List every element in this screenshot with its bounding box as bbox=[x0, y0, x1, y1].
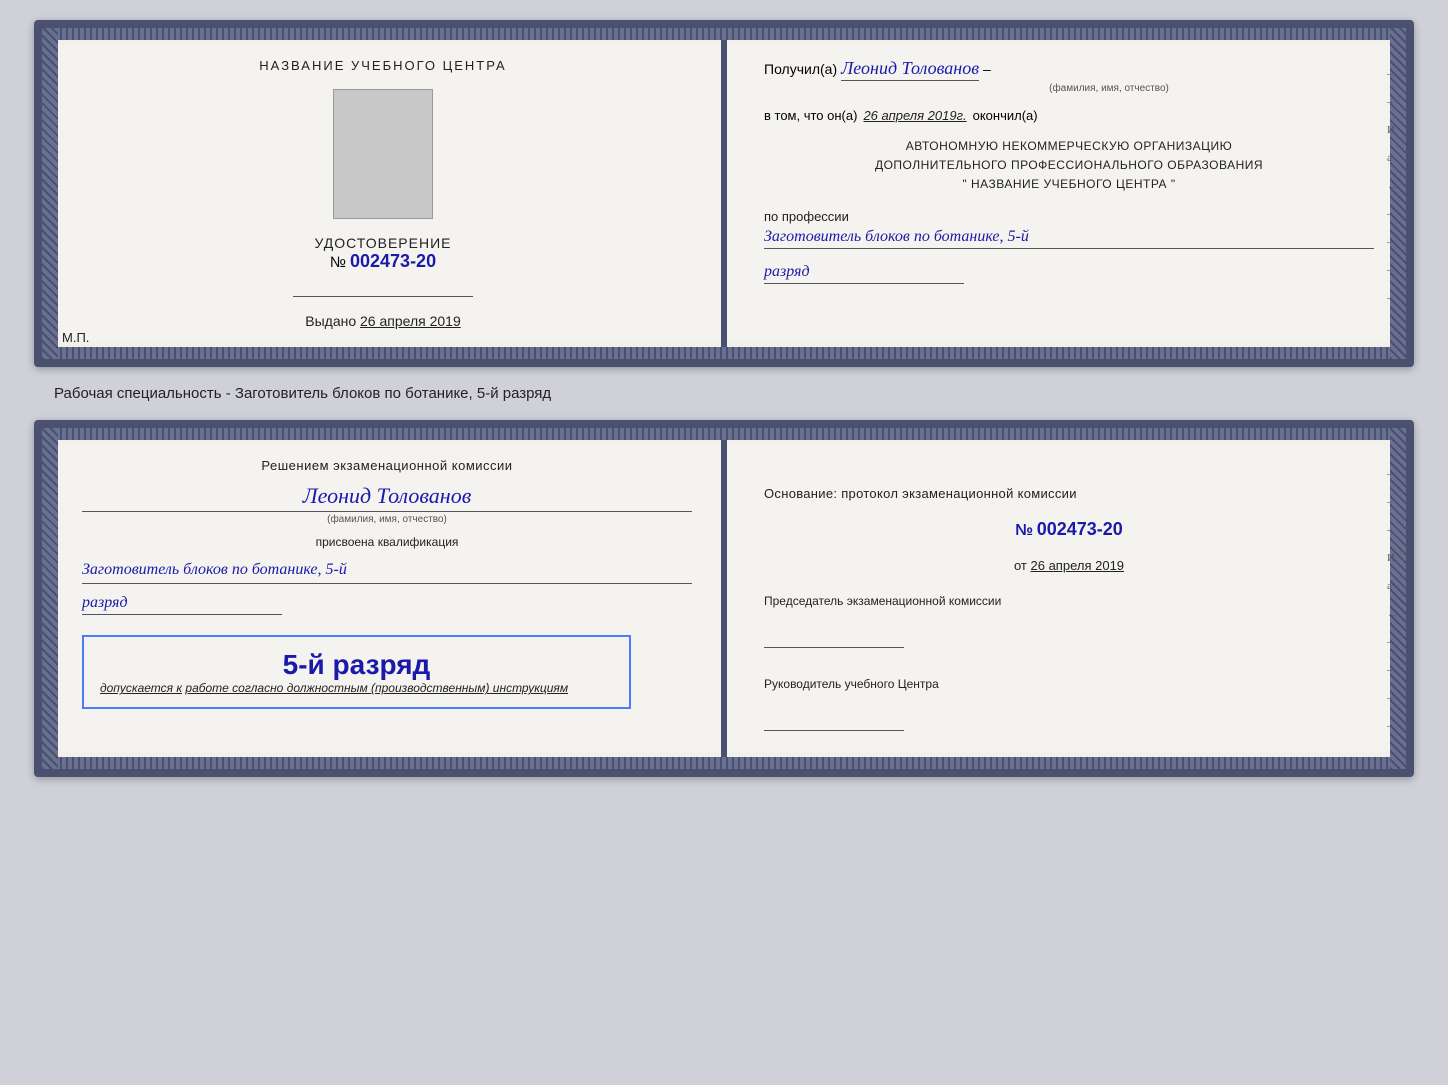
head-label: Руководитель учебного Центра bbox=[764, 674, 1374, 696]
fio-sublabel: (фамилия, имя, отчество) bbox=[844, 83, 1374, 94]
recipient-section: Получил(а) Леонид Толованов – (фамилия, … bbox=[764, 58, 1374, 94]
decision-text: Решением экзаменационной комиссии bbox=[82, 458, 692, 473]
completed-section: в том, что он(а) 26 апреля 2019г. окончи… bbox=[764, 108, 1374, 123]
bottom-right-block: Основание: протокол экзаменационной коми… bbox=[764, 458, 1374, 739]
issued-label: Выдано bbox=[305, 313, 356, 329]
top-card-left: НАЗВАНИЕ УЧЕБНОГО ЦЕНТРА УДОСТОВЕРЕНИЕ №… bbox=[42, 28, 724, 359]
stamp-box: 5-й разряд допускается к работе согласно… bbox=[82, 635, 631, 709]
assigned-text: присвоена квалификация bbox=[82, 535, 692, 549]
razryad-section: разряд bbox=[764, 263, 1374, 284]
mp-label: М.П. bbox=[62, 330, 89, 345]
from-date-section: от 26 апреля 2019 bbox=[764, 558, 1374, 573]
chairman-block: Председатель экзаменационной комиссии bbox=[764, 591, 1374, 656]
profession-block: по профессии Заготовитель блоков по бота… bbox=[764, 209, 1374, 249]
side-marks-bottom: – – – И а ← – – – – bbox=[1387, 468, 1398, 732]
profession-label: по профессии bbox=[764, 209, 1374, 224]
org-line2: ДОПОЛНИТЕЛЬНОГО ПРОФЕССИОНАЛЬНОГО ОБРАЗО… bbox=[764, 156, 1374, 175]
protocol-section: № 002473-20 bbox=[764, 519, 1374, 540]
from-prefix: от bbox=[1014, 558, 1027, 573]
caption: Рабочая специальность - Заготовитель бло… bbox=[54, 385, 551, 402]
top-document-card: НАЗВАНИЕ УЧЕБНОГО ЦЕНТРА УДОСТОВЕРЕНИЕ №… bbox=[34, 20, 1414, 367]
org-title: НАЗВАНИЕ УЧЕБНОГО ЦЕНТРА bbox=[259, 58, 506, 73]
org-line1: АВТОНОМНУЮ НЕКОММЕРЧЕСКУЮ ОРГАНИЗАЦИЮ bbox=[764, 137, 1374, 156]
protocol-number: 002473-20 bbox=[1037, 519, 1123, 539]
cert-number: 002473-20 bbox=[350, 251, 436, 271]
profession-large: Заготовитель блоков по ботанике, 5-й bbox=[82, 559, 692, 584]
org-line3: " НАЗВАНИЕ УЧЕБНОГО ЦЕНТРА " bbox=[764, 175, 1374, 194]
allowed-text: работе согласно должностным (производств… bbox=[185, 681, 568, 695]
chairman-label: Председатель экзаменационной комиссии bbox=[764, 591, 1374, 613]
person-name: Леонид Толованов bbox=[82, 483, 692, 512]
issued-line: Выдано 26 апреля 2019 bbox=[305, 313, 461, 329]
recipient-name: Леонид Толованов bbox=[841, 58, 979, 81]
right-block: Получил(а) Леонид Толованов – (фамилия, … bbox=[764, 58, 1374, 284]
razryad-bottom-section: разряд bbox=[82, 594, 692, 615]
razryad-value: разряд bbox=[764, 263, 964, 284]
profession-name: Заготовитель блоков по ботанике, 5-й bbox=[764, 228, 1374, 249]
completed-suffix: окончил(а) bbox=[973, 108, 1038, 123]
head-signature bbox=[764, 730, 904, 731]
stamp-sub: допускается к работе согласно должностны… bbox=[100, 681, 613, 695]
dash: – bbox=[983, 61, 991, 77]
bottom-card-left: Решением экзаменационной комиссии Леонид… bbox=[42, 428, 724, 769]
photo-placeholder bbox=[333, 89, 433, 219]
cert-number-prefix: № bbox=[330, 254, 346, 271]
profession-bottom-block: Заготовитель блоков по ботанике, 5-й bbox=[82, 559, 692, 584]
bottom-document-card: Решением экзаменационной комиссии Леонид… bbox=[34, 420, 1414, 777]
received-prefix: Получил(а) bbox=[764, 61, 837, 77]
in-that-prefix: в том, что он(а) bbox=[764, 108, 857, 123]
fio-sublabel-bottom: (фамилия, имя, отчество) bbox=[82, 514, 692, 525]
razryad-bottom: разряд bbox=[82, 594, 282, 615]
person-section: Леонид Толованов (фамилия, имя, отчество… bbox=[82, 483, 692, 525]
from-date: 26 апреля 2019 bbox=[1031, 558, 1125, 573]
org-block: АВТОНОМНУЮ НЕКОММЕРЧЕСКУЮ ОРГАНИЗАЦИЮ ДО… bbox=[764, 137, 1374, 195]
basis-text: Основание: протокол экзаменационной коми… bbox=[764, 486, 1374, 501]
allowed-prefix: допускается к bbox=[100, 681, 182, 695]
chairman-signature bbox=[764, 647, 904, 648]
head-block: Руководитель учебного Центра bbox=[764, 674, 1374, 739]
bottom-card-right: Основание: протокол экзаменационной коми… bbox=[724, 428, 1406, 769]
top-card-right: Получил(а) Леонид Толованов – (фамилия, … bbox=[724, 28, 1406, 359]
protocol-prefix: № bbox=[1015, 522, 1033, 539]
cert-label: УДОСТОВЕРЕНИЕ bbox=[315, 235, 452, 251]
issued-date: 26 апреля 2019 bbox=[360, 313, 461, 329]
stamp-number: 5-й разряд bbox=[100, 649, 613, 681]
completed-date: 26 апреля 2019г. bbox=[863, 108, 966, 123]
side-marks: – – И а ← – – – – bbox=[1387, 68, 1398, 304]
